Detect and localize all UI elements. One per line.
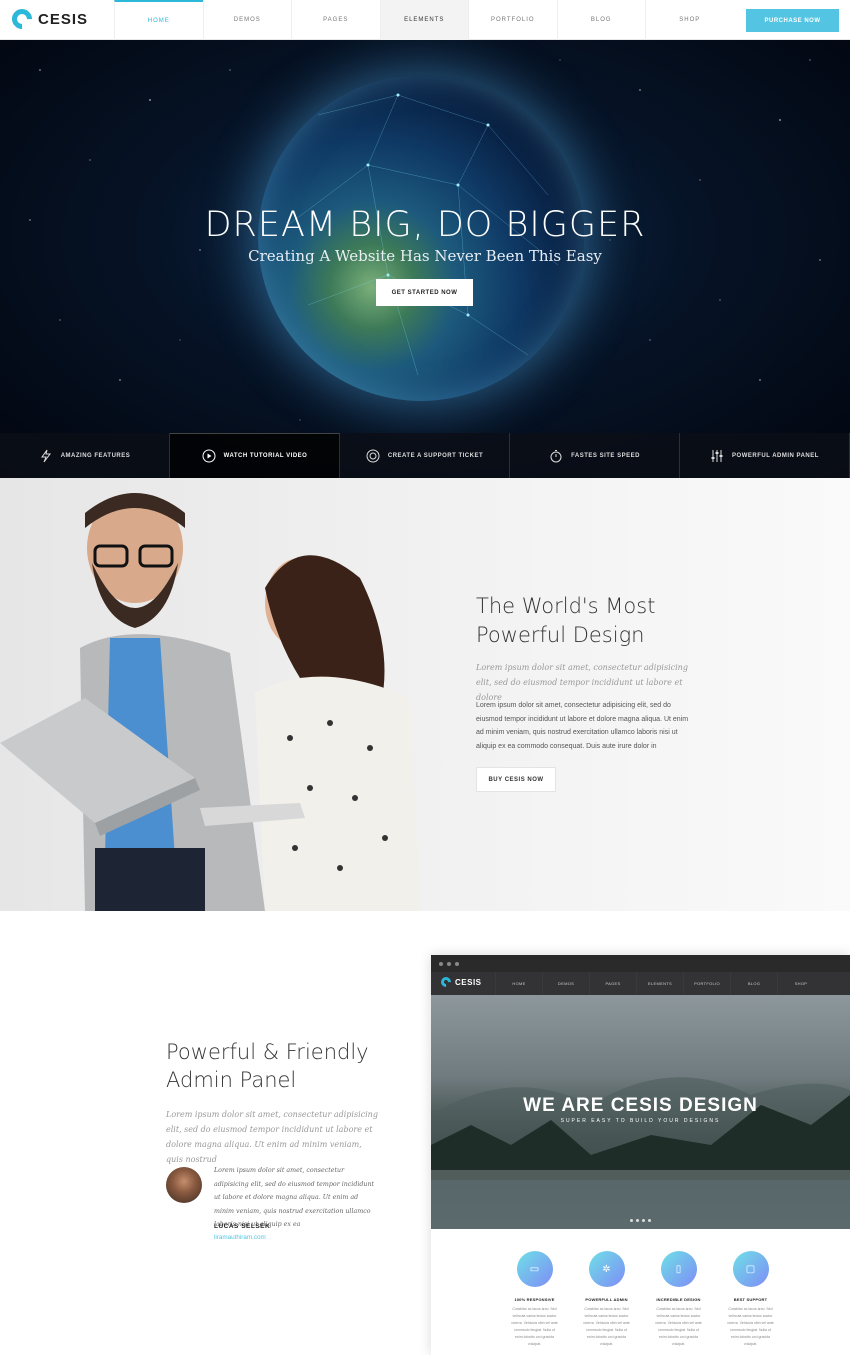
hero-section: DREAM BIG, DO BIGGER Creating A Website …: [0, 40, 850, 478]
feature-watch-tutorial[interactable]: WATCH TUTORIAL VIDEO: [170, 433, 340, 478]
mockup-feature-title: BEST SUPPORT: [733, 1297, 768, 1302]
author-website-link[interactable]: liramauthiram.com: [214, 1234, 266, 1241]
lifebuoy-icon: [366, 449, 380, 463]
mockup-navigation: CESIS HOME DEMOS PAGES ELEMENTS PORTFOLI…: [431, 972, 850, 995]
main-menu: HOME DEMOS PAGES ELEMENTS PORTFOLIO BLOG…: [114, 0, 734, 40]
design-body-text: Lorem ipsum dolor sit amet, consectetur …: [476, 702, 689, 750]
mockup-menu-item: PORTFOLIO: [683, 972, 730, 995]
feature-amazing-features[interactable]: AMAZING FEATURES: [0, 433, 170, 478]
mockup-logo-text: CESIS: [455, 977, 482, 987]
menu-item-blog[interactable]: BLOG: [556, 0, 646, 40]
menu-item-home[interactable]: HOME: [114, 0, 203, 40]
gear-icon: ✲: [588, 1251, 625, 1287]
top-navigation: CESIS HOME DEMOS PAGES ELEMENTS PORTFOLI…: [0, 0, 850, 40]
menu-item-elements[interactable]: ELEMENTS: [379, 0, 468, 40]
purchase-now-button[interactable]: PURCHASE NOW: [746, 9, 839, 32]
menu-item-portfolio[interactable]: PORTFOLIO: [468, 0, 557, 40]
menu-item-pages[interactable]: PAGES: [291, 0, 380, 40]
chat-icon: ▢: [732, 1251, 769, 1287]
mockup-hero-subtitle: SUPER EASY TO BUILD YOUR DESIGNS: [560, 1118, 721, 1124]
mockup-menu-item: PAGES: [589, 972, 636, 995]
design-section: The World's Most Powerful Design Lorem i…: [0, 478, 850, 911]
mockup-menu-item: HOME: [495, 972, 542, 995]
monitor-icon: ▭: [516, 1251, 553, 1287]
stopwatch-icon: [549, 449, 563, 463]
feature-label: CREATE A SUPPORT TICKET: [387, 452, 484, 459]
mockup-menu-item: DEMOS: [542, 972, 589, 995]
menu-item-shop[interactable]: SHOP: [645, 0, 734, 40]
admin-panel-section: Powerful & Friendly Admin Panel Lorem ip…: [0, 911, 850, 1355]
mockup-menu-item: BLOG: [730, 972, 777, 995]
sliders-icon: [710, 449, 724, 463]
browser-chrome: [431, 955, 850, 972]
design-title-line1: The World's Most: [476, 594, 656, 618]
mockup-feature-text: Curabitur ac lacus arcu. Sed vehicula va…: [727, 1307, 774, 1346]
feature-admin-panel[interactable]: POWERFUL ADMIN PANEL: [680, 433, 850, 478]
mockup-hero: WE ARE CESIS DESIGN SUPER EASY TO BUILD …: [431, 995, 850, 1229]
mockup-feature-title: INCREDIBLE DESIGN: [656, 1297, 701, 1302]
mockup-feature: ▭ 100% RESPONSIVE Curabitur ac lacus arc…: [511, 1251, 558, 1348]
slider-dots: [431, 1219, 850, 1222]
feature-label: FASTES SITE SPEED: [571, 452, 640, 459]
admin-title-line2: Admin Panel: [166, 1068, 297, 1092]
slider-dot: [630, 1219, 633, 1222]
mockup-features: ▭ 100% RESPONSIVE Curabitur ac lacus arc…: [511, 1251, 774, 1348]
hero-subtitle: Creating A Website Has Never Been This E…: [248, 247, 602, 265]
people-with-laptop-image: [0, 493, 420, 911]
window-dot-icon: [439, 961, 443, 966]
mockup-feature: ▯ INCREDIBLE DESIGN Curabitur ac lacus a…: [655, 1251, 702, 1348]
slider-dot: [648, 1219, 651, 1222]
buy-cesis-button[interactable]: BUY CESIS NOW: [476, 767, 556, 792]
slider-dot: [642, 1219, 645, 1222]
testimonial-author: LUCAS SELSEK: [214, 1223, 271, 1230]
feature-label: AMAZING FEATURES: [60, 452, 131, 459]
get-started-button[interactable]: GET STARTED NOW: [376, 279, 473, 306]
mockup-feature-title: 100% RESPONSIVE: [514, 1297, 555, 1302]
mockup-feature-text: Curabitur ac lacus arcu. Sed vehicula va…: [583, 1307, 630, 1346]
mockup-feature-text: Curabitur ac lacus arcu. Sed vehicula va…: [655, 1307, 702, 1346]
feature-site-speed[interactable]: FASTES SITE SPEED: [510, 433, 680, 478]
hero-title: DREAM BIG, DO BIGGER: [204, 205, 646, 245]
lightning-icon: [39, 449, 53, 463]
mockup-feature-title: POWERFULL ADMIN: [585, 1297, 628, 1302]
site-logo[interactable]: CESIS: [7, 4, 89, 34]
mockup-menu-item: SHOP: [777, 972, 824, 995]
feature-label: POWERFUL ADMIN PANEL: [732, 452, 819, 459]
website-mockup: CESIS HOME DEMOS PAGES ELEMENTS PORTFOLI…: [431, 955, 850, 1355]
feature-label: WATCH TUTORIAL VIDEO: [223, 453, 308, 459]
logo-text: CESIS: [38, 10, 89, 28]
admin-lead-text: Lorem ipsum dolor sit amet, consectetur …: [166, 1110, 378, 1164]
menu-item-demos[interactable]: DEMOS: [202, 0, 292, 40]
mockup-logo: CESIS: [438, 974, 482, 990]
feature-support-ticket[interactable]: CREATE A SUPPORT TICKET: [340, 433, 510, 478]
admin-title-line1: Powerful & Friendly: [166, 1040, 369, 1064]
play-icon: [202, 449, 216, 463]
mockup-menu-item: ELEMENTS: [636, 972, 683, 995]
window-dot-icon: [447, 961, 451, 966]
admin-title: Powerful & Friendly Admin Panel: [166, 1038, 386, 1094]
logo-icon: [438, 974, 454, 990]
slider-dot: [636, 1219, 639, 1222]
design-title: The World's Most Powerful Design: [476, 592, 676, 650]
window-dot-icon: [455, 961, 459, 966]
mockup-feature: ✲ POWERFULL ADMIN Curabitur ac lacus arc…: [583, 1251, 630, 1348]
avatar: [166, 1167, 202, 1203]
mockup-hero-title: WE ARE CESIS DESIGN: [523, 1095, 758, 1116]
testimonial-quote: Lorem ipsum dolor sit amet, consectetur …: [214, 1167, 375, 1228]
feature-bar: AMAZING FEATURES WATCH TUTORIAL VIDEO CR…: [0, 433, 850, 478]
design-title-line2: Powerful Design: [476, 623, 645, 647]
book-icon: ▯: [660, 1251, 697, 1287]
mockup-feature: ▢ BEST SUPPORT Curabitur ac lacus arcu. …: [727, 1251, 774, 1348]
mockup-feature-text: Curabitur ac lacus arcu. Sed vehicula va…: [511, 1307, 558, 1346]
mockup-menu: HOME DEMOS PAGES ELEMENTS PORTFOLIO BLOG…: [495, 972, 824, 995]
logo-icon: [7, 4, 37, 34]
